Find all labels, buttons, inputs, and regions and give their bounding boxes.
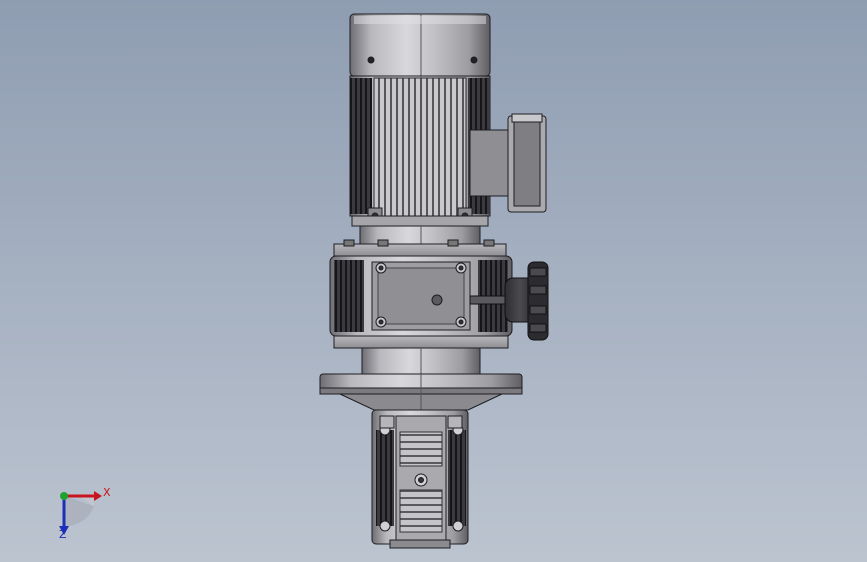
- x-axis-label: X: [103, 486, 111, 499]
- y-axis-icon: [60, 492, 68, 500]
- motor[interactable]: [349, 13, 491, 245]
- screw-icon: [470, 56, 478, 64]
- motor-flange: [351, 215, 489, 227]
- z-axis-label: Z: [59, 528, 67, 541]
- screw-icon: [367, 56, 375, 64]
- cad-viewport[interactable]: [0, 0, 867, 562]
- worm-gearbox[interactable]: [371, 409, 469, 549]
